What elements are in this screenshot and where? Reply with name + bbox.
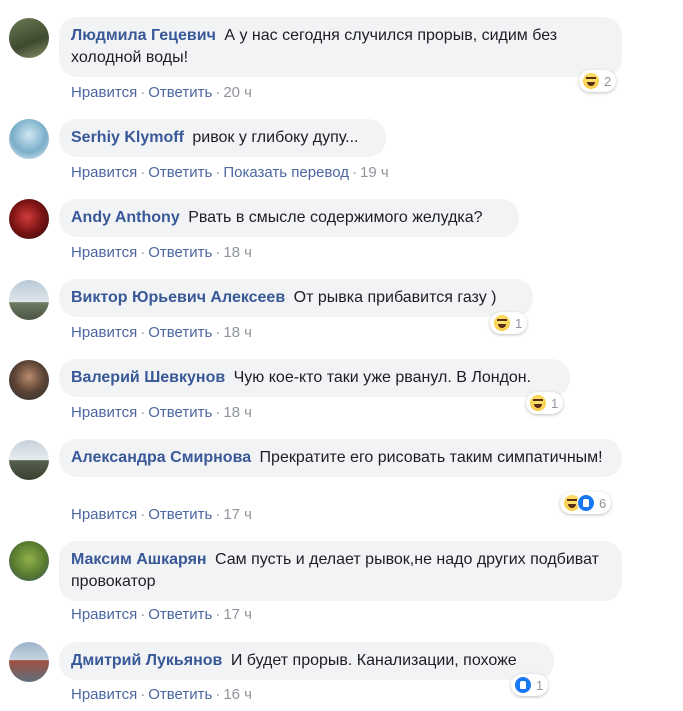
reactions-summary[interactable]: 1: [526, 392, 564, 414]
reaction-count: 1: [551, 395, 559, 411]
comment-text: ривок у глибоку дупу...: [192, 129, 359, 146]
comment-timestamp[interactable]: 18 ч: [223, 244, 252, 261]
comment-actions: Нравится · Ответить · Показать перевод · 19 ч: [71, 164, 389, 182]
comment-author[interactable]: Andy Anthony: [71, 209, 180, 226]
avatar[interactable]: [9, 642, 49, 682]
comment-author[interactable]: Дмитрий Лукьянов: [71, 652, 222, 669]
separator: ·: [215, 324, 221, 341]
comment-bubble: Виктор Юрьевич Алексеев От рывка прибави…: [59, 279, 533, 317]
reply-link[interactable]: Ответить: [148, 686, 212, 703]
reply-link[interactable]: Ответить: [148, 164, 212, 181]
separator: ·: [140, 686, 146, 703]
comment-timestamp[interactable]: 19 ч: [360, 164, 389, 181]
haha-icon: [493, 314, 511, 332]
like-link[interactable]: Нравится: [71, 606, 137, 623]
separator: ·: [140, 84, 146, 101]
reactions-summary[interactable]: 6: [560, 492, 612, 514]
haha-icon: [582, 72, 600, 90]
comment-actions: Нравится · Ответить · 18 ч: [71, 324, 252, 342]
comment-text: От рывка прибавится газу ): [293, 289, 497, 306]
comment-author[interactable]: Александра Смирнова: [71, 449, 251, 466]
separator: ·: [215, 686, 221, 703]
like-icon: [514, 676, 532, 694]
separator: ·: [140, 506, 146, 523]
comment-bubble: Serhiy Klymoff ривок у глибоку дупу...: [59, 119, 386, 157]
separator: ·: [215, 404, 221, 421]
like-link[interactable]: Нравится: [71, 244, 137, 261]
like-icon: [577, 494, 595, 512]
separator: ·: [140, 606, 146, 623]
comment-author[interactable]: Максим Ашкарян: [71, 551, 207, 568]
comment-author[interactable]: Виктор Юрьевич Алексеев: [71, 289, 285, 306]
comment-bubble: Andy Anthony Рвать в смысле содержимого …: [59, 199, 519, 237]
comment-timestamp[interactable]: 18 ч: [223, 324, 252, 341]
like-link[interactable]: Нравится: [71, 84, 137, 101]
reply-link[interactable]: Ответить: [148, 506, 212, 523]
avatar[interactable]: [9, 199, 49, 239]
avatar[interactable]: [9, 541, 49, 581]
reply-link[interactable]: Ответить: [148, 606, 212, 623]
comment-timestamp[interactable]: 16 ч: [223, 686, 252, 703]
avatar[interactable]: [9, 18, 49, 58]
comment-bubble: Александра Смирнова Прекратите его рисов…: [59, 439, 622, 477]
reply-link[interactable]: Ответить: [148, 404, 212, 421]
comment-timestamp[interactable]: 20 ч: [223, 84, 252, 101]
comment-actions: Нравится · Ответить · 18 ч: [71, 404, 252, 422]
comment-timestamp[interactable]: 18 ч: [223, 404, 252, 421]
separator: ·: [140, 404, 146, 421]
avatar[interactable]: [9, 440, 49, 480]
reaction-count: 1: [515, 315, 523, 331]
comment-actions: Нравится · Ответить · 16 ч: [71, 686, 252, 704]
separator: ·: [140, 324, 146, 341]
comment-author[interactable]: Serhiy Klymoff: [71, 129, 184, 146]
comment-author[interactable]: Валерий Шевкунов: [71, 369, 225, 386]
separator: ·: [215, 244, 221, 261]
comment-timestamp[interactable]: 17 ч: [223, 606, 252, 623]
separator: ·: [215, 506, 221, 523]
comment-actions: Нравится · Ответить · 17 ч: [71, 506, 252, 524]
avatar[interactable]: [9, 119, 49, 159]
separator: ·: [140, 244, 146, 261]
comment-author[interactable]: Людмила Гецевич: [71, 27, 216, 44]
comment-text: Чую кое-кто таки уже рванул. В Лондон.: [233, 369, 532, 386]
comment-actions: Нравится · Ответить · 17 ч: [71, 606, 252, 624]
like-link[interactable]: Нравится: [71, 324, 137, 341]
comment-timestamp[interactable]: 17 ч: [223, 506, 252, 523]
reply-link[interactable]: Ответить: [148, 84, 212, 101]
separator: ·: [140, 164, 146, 181]
like-link[interactable]: Нравится: [71, 164, 137, 181]
reactions-summary[interactable]: 1: [511, 674, 549, 696]
comment-actions: Нравится · Ответить · 18 ч: [71, 244, 252, 262]
comment-actions: Нравится · Ответить · 20 ч: [71, 84, 252, 102]
separator: ·: [215, 164, 221, 181]
comment-bubble: Валерий Шевкунов Чую кое-кто таки уже рв…: [59, 359, 570, 397]
separator: ·: [215, 84, 221, 101]
separator: ·: [351, 164, 357, 181]
comment-text: Прекратите его рисовать таким симпатичны…: [259, 449, 603, 466]
avatar[interactable]: [9, 280, 49, 320]
comment-bubble: Людмила Гецевич А у нас сегодня случился…: [59, 17, 622, 77]
reaction-count: 1: [536, 677, 544, 693]
translate-link[interactable]: Показать перевод: [223, 164, 349, 181]
reply-link[interactable]: Ответить: [148, 244, 212, 261]
like-link[interactable]: Нравится: [71, 506, 137, 523]
haha-icon: [529, 394, 547, 412]
reaction-count: 2: [604, 73, 612, 89]
reactions-summary[interactable]: 1: [490, 312, 528, 334]
comment-bubble: Дмитрий Лукьянов И будет прорыв. Канализ…: [59, 642, 554, 680]
separator: ·: [215, 606, 221, 623]
avatar[interactable]: [9, 360, 49, 400]
comment-bubble: Максим Ашкарян Сам пусть и делает рывок,…: [59, 541, 622, 601]
reactions-summary[interactable]: 2: [579, 70, 617, 92]
comment-text: Рвать в смысле содержимого желудка?: [188, 209, 483, 226]
like-link[interactable]: Нравится: [71, 404, 137, 421]
reaction-count: 6: [599, 495, 607, 511]
like-link[interactable]: Нравится: [71, 686, 137, 703]
reply-link[interactable]: Ответить: [148, 324, 212, 341]
comment-text: И будет прорыв. Канализации, похоже: [230, 652, 517, 669]
